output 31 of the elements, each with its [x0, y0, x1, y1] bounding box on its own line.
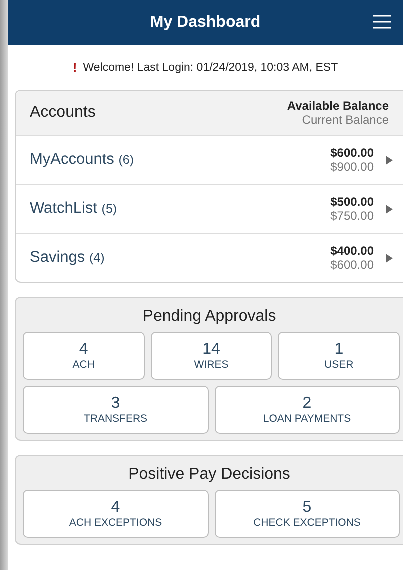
approval-tile[interactable]: 5 CHECK EXCEPTIONS: [214, 490, 400, 538]
approval-tile[interactable]: 14 WIRES: [150, 332, 272, 380]
approval-tile[interactable]: 4 ACH: [23, 332, 145, 380]
approval-tile[interactable]: 2 LOAN PAYMENTS: [214, 386, 400, 434]
page-title: My Dashboard: [150, 14, 261, 32]
account-name: MyAccounts (6): [30, 151, 136, 169]
chevron-icon: [386, 254, 393, 262]
account-row[interactable]: WatchList (5) $500.00 $750.00: [16, 185, 403, 234]
current-balance: $900.00: [330, 160, 374, 174]
current-balance: $750.00: [330, 209, 374, 223]
card-title: Accounts: [30, 104, 96, 122]
panel-title: Positive Pay Decisions: [128, 465, 292, 485]
account-row[interactable]: MyAccounts (6) $600.00 $900.00: [16, 136, 403, 185]
approval-tile[interactable]: 4 ACH EXCEPTIONS: [23, 490, 208, 538]
column-label: Available Balance: [287, 99, 389, 113]
available-balance: $500.00: [330, 195, 374, 209]
chevron-icon: [386, 156, 393, 164]
alert-icon: !: [72, 60, 78, 75]
menu-icon[interactable]: [373, 15, 391, 29]
column-label: Current Balance: [302, 113, 389, 127]
welcome-message: Welcome! Last Login: 01/24/2019, 10:03 AM, EST: [83, 62, 338, 74]
available-balance: $600.00: [330, 146, 374, 160]
approval-tile[interactable]: 1 USER: [278, 332, 400, 380]
chevron-icon: [386, 204, 393, 214]
account-name: Savings (4): [30, 249, 106, 267]
current-balance: $600.00: [330, 258, 374, 272]
account-row[interactable]: Savings (4) $400.00 $600.00: [16, 234, 403, 282]
panel-title: Pending Approvals: [142, 307, 278, 327]
available-balance: $400.00: [330, 244, 374, 258]
approval-tile[interactable]: 3 TRANSFERS: [23, 386, 208, 434]
account-name: WatchList (5): [30, 200, 118, 218]
